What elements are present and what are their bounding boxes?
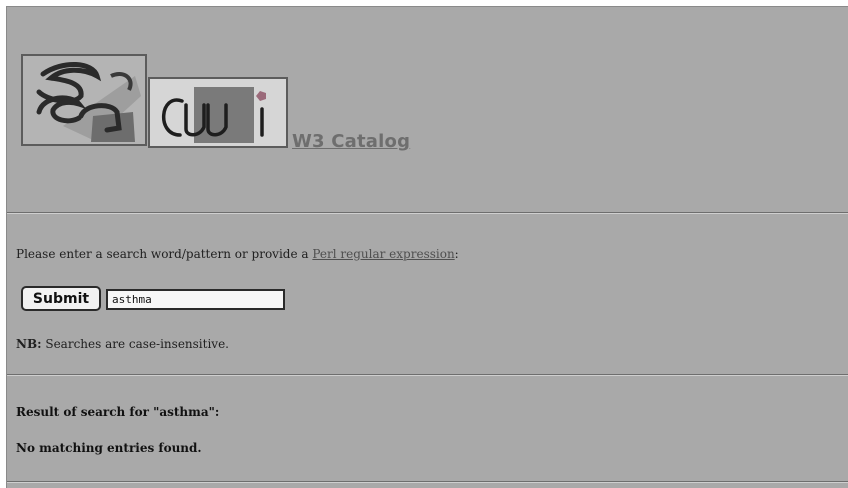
cui-logo [148, 77, 288, 148]
result-heading: Result of search for "asthma": [16, 405, 220, 419]
perl-regex-link[interactable]: Perl regular expression [312, 247, 454, 261]
case-note-text: Searches are case-insensitive. [41, 337, 229, 351]
scg-logo-graphic [23, 56, 145, 144]
case-note-label: NB: [16, 337, 42, 351]
divider-bottom [7, 481, 848, 483]
w3-catalog-link[interactable]: W3 Catalog [292, 131, 410, 152]
divider-middle [7, 374, 848, 376]
submit-button[interactable]: Submit [21, 286, 101, 311]
cui-logo-graphic [150, 79, 286, 146]
scg-logo [21, 54, 147, 146]
search-prompt: Please enter a search word/pattern or pr… [16, 247, 459, 261]
search-input[interactable] [106, 289, 285, 310]
divider-top [7, 212, 848, 214]
result-message: No matching entries found. [16, 441, 202, 455]
page: W3 Catalog Please enter a search word/pa… [6, 6, 848, 488]
case-note: NB: Searches are case-insensitive. [16, 337, 229, 351]
search-prompt-suffix: : [454, 247, 459, 261]
search-prompt-text: Please enter a search word/pattern or pr… [16, 247, 313, 261]
